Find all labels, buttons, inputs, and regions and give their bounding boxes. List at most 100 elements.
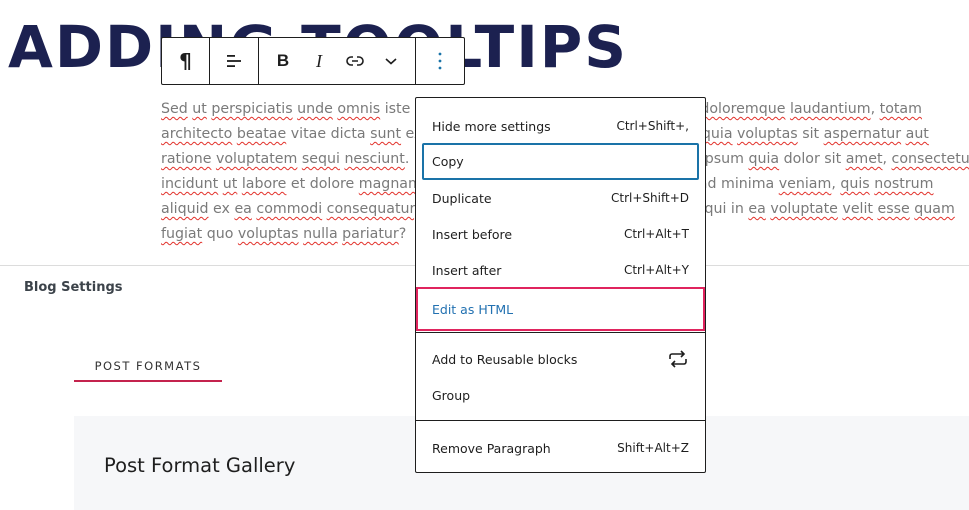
chevron-down-icon [385,58,397,65]
menu-item-shortcut: Ctrl+Shift+D [611,191,689,205]
menu-item-label: Insert after [432,262,502,278]
paragraph-text: sit [797,126,824,142]
menu-item-label: Insert before [432,226,513,242]
misspelled-word: veniam [778,176,832,192]
misspelled-word: voluptate [770,201,838,217]
pilcrow-icon: ¶ [179,49,192,73]
misspelled-word: quia [748,151,780,167]
misspelled-word: sequi [301,151,340,167]
misspelled-word: voluptas [237,226,299,242]
toolbar-group-align [210,38,259,84]
italic-button[interactable]: I [301,38,337,84]
menu-item-shortcut: Shift+Alt+Z [617,441,689,455]
options-button[interactable] [416,38,464,84]
align-button[interactable] [210,38,258,84]
menu-item-insert-before[interactable]: Insert before Ctrl+Alt+T [422,216,699,252]
misspelled-word: consequatur [326,201,415,217]
more-rich-text-button[interactable] [373,38,409,84]
misspelled-word: nostrum [874,176,934,192]
paragraph-text: ? [398,226,407,242]
menu-item-group[interactable]: Group [422,377,699,413]
misspelled-word: pariatur [342,226,399,242]
menu-item-label: Group [432,387,471,403]
misspelled-word: totam [879,101,922,117]
paragraph-text: dolor sit [779,151,846,167]
misspelled-word: unde [297,101,333,117]
misspelled-word: architecto [161,126,233,142]
align-left-icon [227,55,241,67]
block-options-menu: Hide more settings Ctrl+Shift+, Copy Dup… [415,97,706,473]
menu-item-edit-as-html[interactable]: Edit as HTML [416,287,705,331]
tab-post-formats[interactable]: POST FORMATS [74,356,222,382]
more-vertical-icon [438,52,442,70]
misspelled-word: aspernatur [823,126,902,142]
menu-item-shortcut: Ctrl+Alt+Y [623,263,689,277]
misspelled-word: amet [845,151,883,167]
menu-item-label: Hide more settings [432,118,551,134]
misspelled-word: ea [748,201,766,217]
reusable-block-icon [669,350,687,368]
misspelled-word: Sed [161,101,188,117]
menu-separator [416,332,705,333]
misspelled-word: aliquid [161,201,209,217]
menu-item-hide-more-settings[interactable]: Hide more settings Ctrl+Shift+, [422,108,699,144]
menu-item-shortcut: Ctrl+Alt+T [623,227,689,241]
misspelled-word: voluptatem [215,151,298,167]
menu-item-label: Edit as HTML [432,301,514,317]
menu-item-label: Duplicate [432,190,492,206]
block-toolbar: ¶ B I [161,37,465,85]
misspelled-word: ut [192,101,207,117]
misspelled-word: laudantium [789,101,871,117]
misspelled-word: quam [914,201,955,217]
paragraph-text: , [831,176,841,192]
toolbar-group-block-type: ¶ [162,38,210,84]
menu-item-label: Add to Reusable blocks [432,351,578,367]
panel-title: Post Format Gallery [104,454,296,477]
menu-item-insert-after[interactable]: Insert after Ctrl+Alt+Y [422,252,699,288]
paragraph-text: et dolore [286,176,359,192]
paragraph-text: , [870,101,880,117]
misspelled-word: consectetur [891,151,969,167]
misspelled-word: esse [877,201,910,217]
misspelled-word: voluptas [737,126,798,142]
menu-separator [416,420,705,421]
bold-icon: B [276,51,290,70]
misspelled-word: fugiat [161,226,203,242]
italic-icon: I [316,50,322,71]
misspelled-word: incidunt [161,176,219,192]
blog-settings-label: Blog Settings [24,280,123,295]
menu-item-label: Remove Paragraph [432,440,551,456]
menu-item-copy[interactable]: Copy [422,143,699,180]
menu-item-add-to-reusable-blocks[interactable]: Add to Reusable blocks [422,341,699,377]
misspelled-word: magnam [358,176,422,192]
misspelled-word: beatae [236,126,287,142]
misspelled-word: ratione [161,151,212,167]
menu-item-label: Copy [432,154,464,169]
link-icon [346,56,364,66]
misspelled-word: velit [842,201,873,217]
misspelled-word: commodi [256,201,323,217]
misspelled-word: quis [840,176,870,192]
menu-item-remove-paragraph[interactable]: Remove Paragraph Shift+Alt+Z [422,430,699,466]
paragraph-text: quo [202,226,238,242]
paragraph-text: , [882,151,892,167]
toolbar-group-options [416,38,464,84]
bold-button[interactable]: B [265,38,301,84]
misspelled-word: quia [701,126,733,142]
misspelled-word: nesciunt [344,151,405,167]
misspelled-word: sunt [370,126,402,142]
link-button[interactable] [337,38,373,84]
misspelled-word: ea [234,201,252,217]
misspelled-word: perspiciatis [211,101,293,117]
misspelled-word: omnis [337,101,381,117]
misspelled-word: labore [241,176,287,192]
paragraph-text: vitae dicta [286,126,371,142]
misspelled-word: ut [222,176,238,192]
paragraph-button[interactable]: ¶ [162,38,209,84]
misspelled-word: doloremque [700,101,786,117]
toolbar-group-formatting: B I [259,38,416,84]
menu-item-duplicate[interactable]: Duplicate Ctrl+Shift+D [422,180,699,216]
menu-item-shortcut: Ctrl+Shift+, [616,119,689,133]
misspelled-word: aut [905,126,929,142]
misspelled-word: nulla [303,226,338,242]
